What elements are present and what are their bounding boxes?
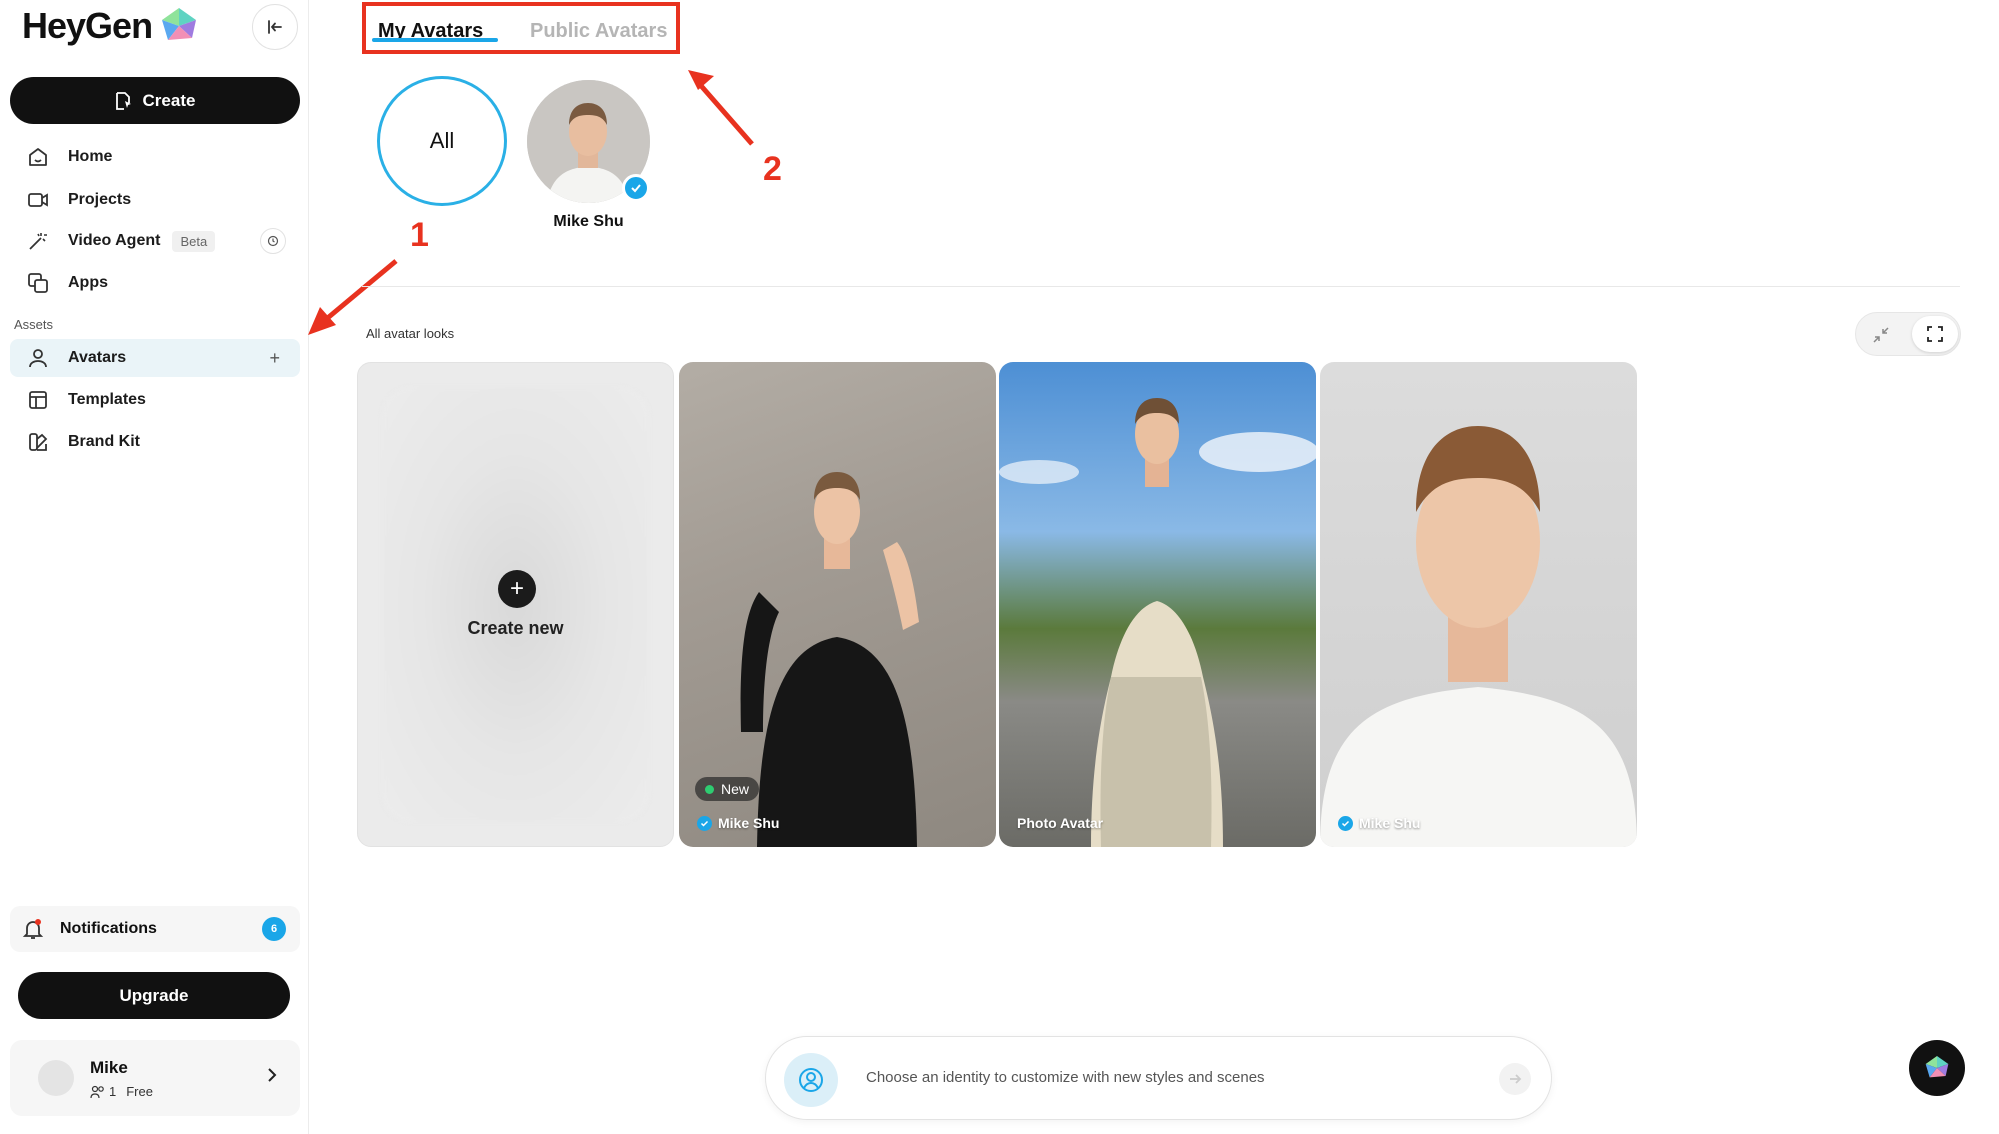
- tab-public-avatars[interactable]: Public Avatars: [530, 20, 667, 43]
- sidebar-item-label: Brand Kit: [68, 433, 140, 450]
- annotation-number-2: 2: [763, 150, 782, 188]
- new-badge: New: [695, 777, 760, 801]
- annotation-number-1: 1: [410, 216, 429, 254]
- collapse-sidebar-button[interactable]: [252, 4, 298, 50]
- logo-mark-icon: [162, 8, 197, 40]
- create-new-avatar-card[interactable]: + Create new: [357, 362, 674, 847]
- sidebar-item-home[interactable]: Home: [10, 138, 300, 176]
- add-avatar-icon[interactable]: +: [269, 348, 280, 369]
- history-icon[interactable]: [260, 228, 286, 254]
- card-name: Mike Shu: [718, 815, 780, 831]
- sidebar-item-brand-kit[interactable]: Brand Kit: [10, 423, 300, 461]
- notifications-button[interactable]: Notifications 6: [10, 906, 300, 952]
- expand-view-icon[interactable]: [1912, 316, 1958, 352]
- sidebar-item-label: Apps: [68, 274, 108, 291]
- card-label: Mike Shu: [1338, 815, 1420, 831]
- wand-icon: [26, 229, 50, 253]
- annotation-arrow-2: [688, 70, 754, 146]
- brand-kit-icon: [26, 430, 50, 454]
- filter-all[interactable]: All: [377, 76, 507, 206]
- collapse-view-icon[interactable]: [1872, 326, 1890, 349]
- avatar: [38, 1060, 74, 1096]
- avatar-look-image: [999, 398, 1316, 847]
- assistant-logo-icon: [1925, 1056, 1949, 1078]
- sidebar-item-label: Avatars: [68, 349, 127, 366]
- sidebar-item-projects[interactable]: Projects: [10, 181, 300, 219]
- avatar-look-card[interactable]: Photo Avatar: [999, 362, 1316, 847]
- user-meta: 1 Free: [90, 1084, 153, 1099]
- assistant-button[interactable]: [1909, 1040, 1965, 1096]
- chevron-right-icon: [266, 1066, 278, 1089]
- create-button[interactable]: Create: [10, 77, 300, 124]
- plan-label: Free: [126, 1084, 153, 1099]
- beta-badge: Beta: [172, 230, 216, 252]
- bell-icon: [22, 919, 44, 939]
- prompt-placeholder: Choose an identity to customize with new…: [866, 1069, 1265, 1086]
- arrow-right-icon: [1510, 1074, 1522, 1084]
- seats-icon: [90, 1085, 104, 1098]
- avatar-filter-name: Mike Shu: [553, 213, 624, 230]
- avatar-look-image: [740, 472, 919, 847]
- apps-icon: [26, 271, 50, 295]
- sidebar: HeyGen Create Home Projects Video Agent …: [0, 0, 309, 1134]
- person-icon: [26, 346, 50, 370]
- create-icon: [115, 91, 131, 110]
- verified-badge-icon: [622, 174, 650, 202]
- user-account-card[interactable]: Mike 1 Free: [10, 1040, 300, 1116]
- active-tab-indicator: [372, 38, 498, 42]
- template-icon: [26, 388, 50, 412]
- avatar-tabs: My Avatars Public Avatars: [362, 2, 680, 54]
- sidebar-item-video-agent[interactable]: Video Agent Beta: [10, 222, 300, 260]
- avatar-look-image: [1320, 426, 1637, 847]
- notification-count-badge: 6: [262, 917, 286, 941]
- seats-count: 1: [109, 1084, 117, 1099]
- assets-section-label: Assets: [14, 317, 54, 332]
- identity-icon: [784, 1053, 838, 1107]
- verified-badge-icon: [697, 815, 712, 831]
- create-new-label: Create new: [467, 618, 564, 638]
- card-name: Mike Shu: [1359, 815, 1421, 831]
- sidebar-item-apps[interactable]: Apps: [10, 264, 300, 302]
- video-icon: [26, 188, 50, 212]
- upgrade-button[interactable]: Upgrade: [18, 972, 290, 1019]
- card-label: Photo Avatar: [1017, 815, 1103, 831]
- create-label: Create: [142, 90, 196, 110]
- sidebar-item-label: Templates: [68, 391, 146, 408]
- looks-section-label: All avatar looks: [366, 326, 455, 341]
- avatar-look-card[interactable]: New Mike Shu: [679, 362, 996, 847]
- avatar-look-card[interactable]: Mike Shu: [1320, 362, 1637, 847]
- identity-prompt-bar[interactable]: Choose an identity to customize with new…: [765, 1036, 1552, 1120]
- home-icon: [26, 145, 50, 169]
- sidebar-item-avatars[interactable]: Avatars +: [10, 339, 300, 377]
- heygen-logo[interactable]: HeyGen: [22, 5, 200, 46]
- view-size-toggle: [1855, 312, 1961, 356]
- new-dot: [705, 784, 714, 794]
- sidebar-item-templates[interactable]: Templates: [10, 381, 300, 419]
- sidebar-item-label: Home: [68, 148, 113, 165]
- card-name: Photo Avatar: [1017, 815, 1104, 831]
- collapse-icon: [268, 20, 282, 34]
- new-badge-label: New: [721, 781, 750, 797]
- logo-text: HeyGen: [22, 5, 153, 46]
- plus-icon: +: [498, 570, 536, 608]
- send-button[interactable]: [1499, 1063, 1531, 1095]
- verified-badge-icon: [1338, 815, 1353, 831]
- card-label: Mike Shu: [697, 815, 779, 831]
- notifications-label: Notifications: [60, 920, 157, 937]
- sidebar-item-label: Video Agent: [68, 232, 161, 249]
- user-name: Mike: [90, 1058, 128, 1077]
- section-divider: [362, 286, 1960, 287]
- sidebar-item-label: Projects: [68, 191, 132, 208]
